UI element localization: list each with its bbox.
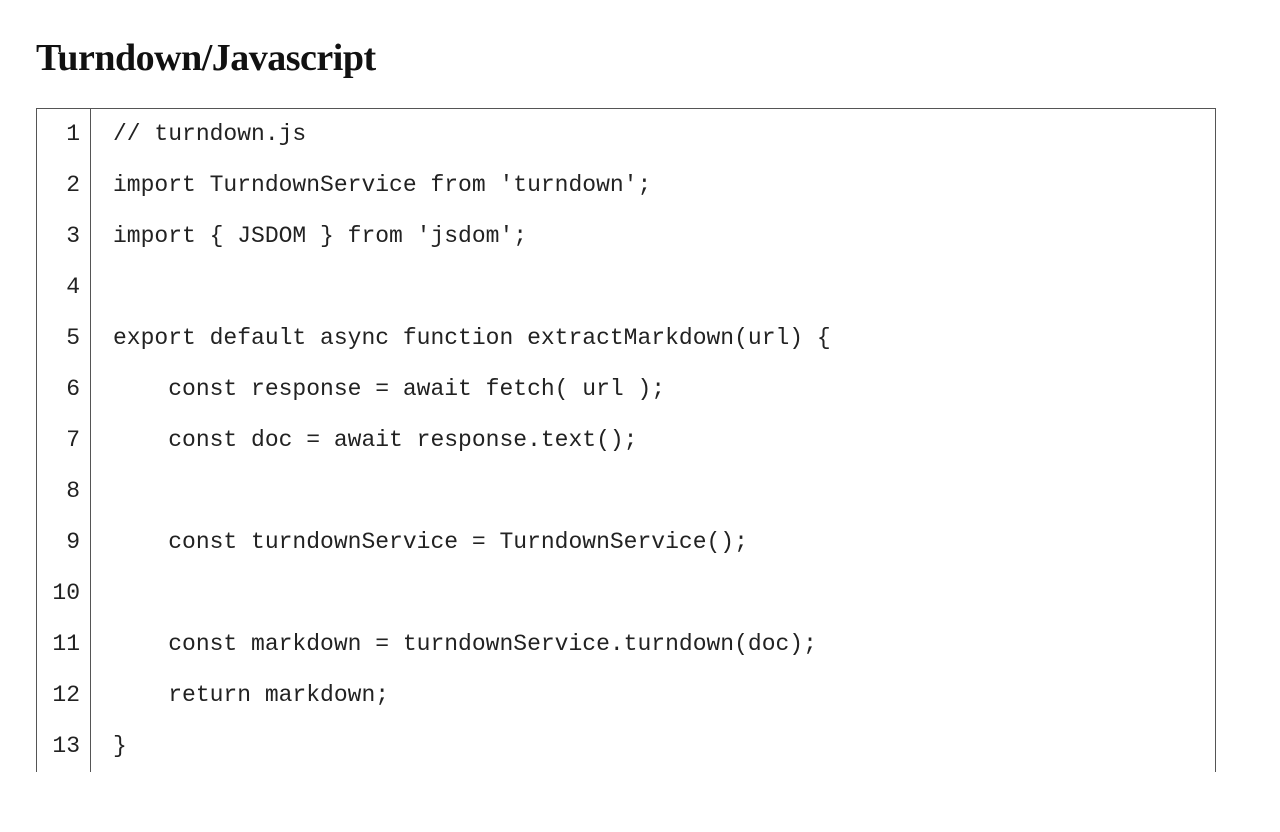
code-text[interactable]: export default async function extractMar… [91, 313, 1215, 364]
code-line: 1// turndown.js [37, 109, 1215, 160]
code-line: 2import TurndownService from 'turndown'; [37, 160, 1215, 211]
code-text[interactable]: import { JSDOM } from 'jsdom'; [91, 211, 1215, 262]
code-block[interactable]: 1// turndown.js2import TurndownService f… [36, 108, 1216, 772]
code-text[interactable]: const response = await fetch( url ); [91, 364, 1215, 415]
code-line: 7 const doc = await response.text(); [37, 415, 1215, 466]
code-text[interactable]: // turndown.js [91, 109, 1215, 160]
code-text[interactable]: const markdown = turndownService.turndow… [91, 619, 1215, 670]
line-number: 8 [37, 466, 91, 517]
line-number: 10 [37, 568, 91, 619]
line-number: 3 [37, 211, 91, 262]
line-number: 13 [37, 721, 91, 772]
code-text[interactable] [91, 568, 1215, 619]
line-number: 1 [37, 109, 91, 160]
line-number: 12 [37, 670, 91, 721]
code-text[interactable]: return markdown; [91, 670, 1215, 721]
line-number: 5 [37, 313, 91, 364]
line-number: 6 [37, 364, 91, 415]
code-line: 8 [37, 466, 1215, 517]
page: Turndown/Javascript 1// turndown.js2impo… [0, 0, 1280, 772]
code-line: 12 return markdown; [37, 670, 1215, 721]
section-heading: Turndown/Javascript [36, 36, 1244, 80]
code-line: 6 const response = await fetch( url ); [37, 364, 1215, 415]
code-line: 3import { JSDOM } from 'jsdom'; [37, 211, 1215, 262]
code-line: 13} [37, 721, 1215, 772]
code-line: 11 const markdown = turndownService.turn… [37, 619, 1215, 670]
code-text[interactable] [91, 262, 1215, 313]
code-line: 5export default async function extractMa… [37, 313, 1215, 364]
line-number: 9 [37, 517, 91, 568]
code-line: 10 [37, 568, 1215, 619]
line-number: 2 [37, 160, 91, 211]
code-text[interactable]: const doc = await response.text(); [91, 415, 1215, 466]
code-text[interactable]: } [91, 721, 1215, 772]
code-text[interactable] [91, 466, 1215, 517]
code-text[interactable]: import TurndownService from 'turndown'; [91, 160, 1215, 211]
line-number: 7 [37, 415, 91, 466]
code-line: 9 const turndownService = TurndownServic… [37, 517, 1215, 568]
line-number: 4 [37, 262, 91, 313]
code-text[interactable]: const turndownService = TurndownService(… [91, 517, 1215, 568]
line-number: 11 [37, 619, 91, 670]
code-line: 4 [37, 262, 1215, 313]
